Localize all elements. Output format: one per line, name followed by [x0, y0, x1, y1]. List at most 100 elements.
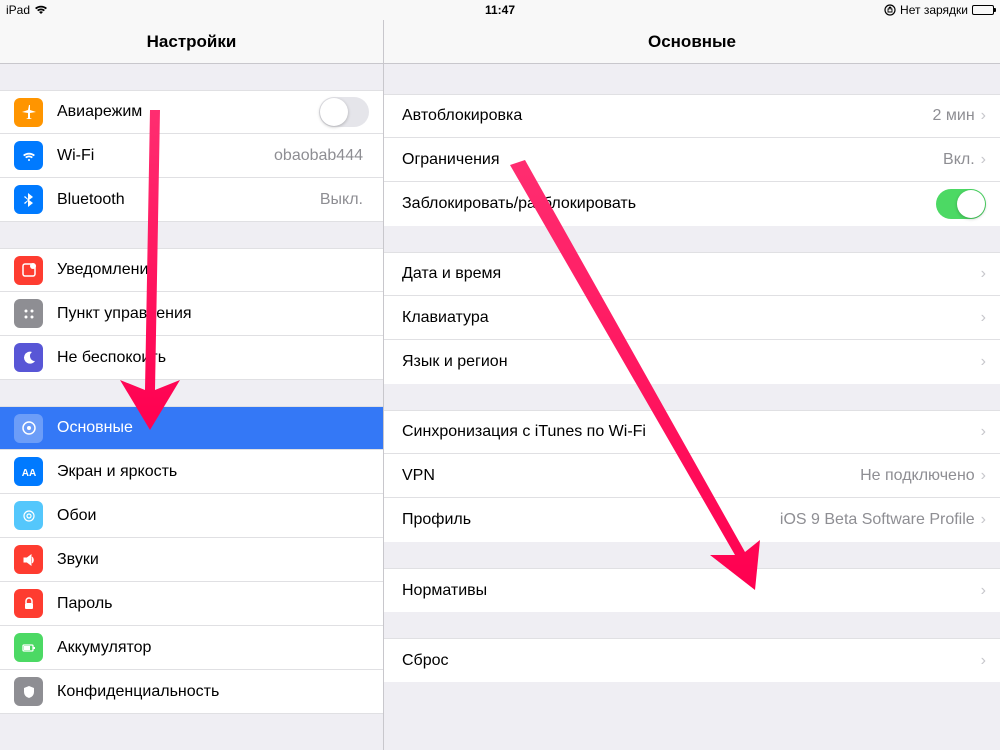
sidebar-item-label: Пункт управления: [57, 305, 369, 323]
chevron-right-icon: ›: [981, 151, 986, 169]
detail-row-vpn[interactable]: VPN Не подключено ›: [384, 454, 1000, 498]
chevron-right-icon: ›: [981, 353, 986, 371]
detail-row-label: Сброс: [402, 652, 981, 670]
detail-row-regulatory[interactable]: Нормативы ›: [384, 568, 1000, 612]
lock-icon: [14, 589, 43, 618]
sidebar-item-label: Авиарежим: [57, 103, 319, 121]
sidebar-item-label: Обои: [57, 507, 369, 525]
sidebar-item-sounds[interactable]: Звуки: [0, 538, 383, 582]
sidebar-item-wifi[interactable]: Wi-Fi obaobab444: [0, 134, 383, 178]
sidebar-group: Авиарежим Wi-Fi obaobab444 Bluetooth Вык…: [0, 90, 383, 222]
detail-row-label: Нормативы: [402, 582, 981, 600]
detail-row-value: 2 мин: [933, 107, 975, 125]
wallpaper-icon: [14, 501, 43, 530]
detail-row-itunes-sync[interactable]: Синхронизация с iTunes по Wi-Fi ›: [384, 410, 1000, 454]
device-label: iPad: [6, 3, 30, 17]
chevron-right-icon: ›: [981, 107, 986, 125]
chevron-right-icon: ›: [981, 423, 986, 441]
clock: 11:47: [485, 3, 515, 17]
sidebar-item-label: Конфиденциальность: [57, 683, 369, 701]
sidebar-list[interactable]: Авиарежим Wi-Fi obaobab444 Bluetooth Вык…: [0, 64, 383, 750]
detail-row-label: Заблокировать/разблокировать: [402, 195, 936, 213]
privacy-icon: [14, 677, 43, 706]
detail-row-label: VPN: [402, 467, 860, 485]
sidebar-item-label: Не беспокоить: [57, 349, 369, 367]
dnd-icon: [14, 343, 43, 372]
sidebar-item-passcode[interactable]: Пароль: [0, 582, 383, 626]
detail-row-language[interactable]: Язык и регион ›: [384, 340, 1000, 384]
detail-row-profile[interactable]: Профиль iOS 9 Beta Software Profile ›: [384, 498, 1000, 542]
detail-row-label: Клавиатура: [402, 309, 981, 327]
sidebar-item-general[interactable]: Основные: [0, 406, 383, 450]
sidebar-item-label: Звуки: [57, 551, 369, 569]
chevron-right-icon: ›: [981, 265, 986, 283]
status-bar: iPad 11:47 Нет зарядки: [0, 0, 1000, 20]
detail-row-restrictions[interactable]: Ограничения Вкл. ›: [384, 138, 1000, 182]
sidebar-item-label: Уведомления: [57, 261, 369, 279]
sidebar-item-control-center[interactable]: Пункт управления: [0, 292, 383, 336]
gear-icon: [14, 414, 43, 443]
sidebar-item-notifications[interactable]: Уведомления: [0, 248, 383, 292]
sound-icon: [14, 545, 43, 574]
sidebar-item-value: Выкл.: [320, 191, 363, 209]
detail-row-label: Автоблокировка: [402, 107, 933, 125]
chevron-right-icon: ›: [981, 511, 986, 529]
detail-group: Дата и время › Клавиатура › Язык и регио…: [384, 252, 1000, 384]
detail-row-reset[interactable]: Сброс ›: [384, 638, 1000, 682]
detail-row-label: Профиль: [402, 511, 780, 529]
detail-pane: Основные Автоблокировка 2 мин › Ограниче…: [384, 20, 1000, 750]
sidebar-item-display[interactable]: AA Экран и яркость: [0, 450, 383, 494]
airplane-toggle[interactable]: [319, 97, 369, 127]
detail-row-lock-unlock[interactable]: Заблокировать/разблокировать: [384, 182, 1000, 226]
detail-title: Основные: [384, 20, 1000, 64]
control-center-icon: [14, 299, 43, 328]
wifi-settings-icon: [14, 141, 43, 170]
battery-icon: [972, 5, 994, 15]
chevron-right-icon: ›: [981, 309, 986, 327]
detail-group: Нормативы ›: [384, 568, 1000, 612]
sidebar-item-label: Пароль: [57, 595, 369, 613]
sidebar-item-value: obaobab444: [274, 147, 363, 165]
sidebar-group: Уведомления Пункт управления Не беспокои…: [0, 248, 383, 380]
detail-row-value: Не подключено: [860, 467, 975, 485]
sidebar-item-label: Основные: [57, 419, 369, 437]
detail-row-keyboard[interactable]: Клавиатура ›: [384, 296, 1000, 340]
sidebar-item-wallpaper[interactable]: Обои: [0, 494, 383, 538]
sidebar-item-label: Wi-Fi: [57, 147, 274, 165]
detail-row-label: Язык и регион: [402, 353, 981, 371]
sidebar-title: Настройки: [0, 20, 383, 64]
detail-row-label: Ограничения: [402, 151, 943, 169]
airplane-icon: [14, 98, 43, 127]
display-icon: AA: [14, 457, 43, 486]
detail-row-date-time[interactable]: Дата и время ›: [384, 252, 1000, 296]
detail-row-value: Вкл.: [943, 151, 975, 169]
sidebar-group: Основные AA Экран и яркость Обои: [0, 406, 383, 714]
detail-row-label: Дата и время: [402, 265, 981, 283]
chevron-right-icon: ›: [981, 652, 986, 670]
detail-group: Сброс ›: [384, 638, 1000, 682]
detail-group: Синхронизация с iTunes по Wi-Fi › VPN Не…: [384, 410, 1000, 542]
orientation-lock-icon: [884, 4, 896, 16]
detail-row-autolock[interactable]: Автоблокировка 2 мин ›: [384, 94, 1000, 138]
sidebar-item-privacy[interactable]: Конфиденциальность: [0, 670, 383, 714]
battery-settings-icon: [14, 633, 43, 662]
charging-label: Нет зарядки: [900, 3, 968, 17]
detail-row-label: Синхронизация с iTunes по Wi-Fi: [402, 423, 981, 441]
lock-unlock-toggle[interactable]: [936, 189, 986, 219]
sidebar-item-label: Bluetooth: [57, 191, 320, 209]
sidebar-item-airplane[interactable]: Авиарежим: [0, 90, 383, 134]
sidebar-item-battery[interactable]: Аккумулятор: [0, 626, 383, 670]
sidebar-item-bluetooth[interactable]: Bluetooth Выкл.: [0, 178, 383, 222]
bluetooth-icon: [14, 185, 43, 214]
detail-list[interactable]: Автоблокировка 2 мин › Ограничения Вкл. …: [384, 64, 1000, 750]
wifi-icon: [34, 5, 48, 15]
sidebar-item-label: Аккумулятор: [57, 639, 369, 657]
chevron-right-icon: ›: [981, 582, 986, 600]
chevron-right-icon: ›: [981, 467, 986, 485]
sidebar-item-label: Экран и яркость: [57, 463, 369, 481]
notifications-icon: [14, 256, 43, 285]
sidebar-item-dnd[interactable]: Не беспокоить: [0, 336, 383, 380]
settings-sidebar: Настройки Авиарежим Wi-Fi obaobab444: [0, 20, 384, 750]
svg-text:AA: AA: [21, 468, 35, 479]
detail-row-value: iOS 9 Beta Software Profile: [780, 511, 975, 529]
